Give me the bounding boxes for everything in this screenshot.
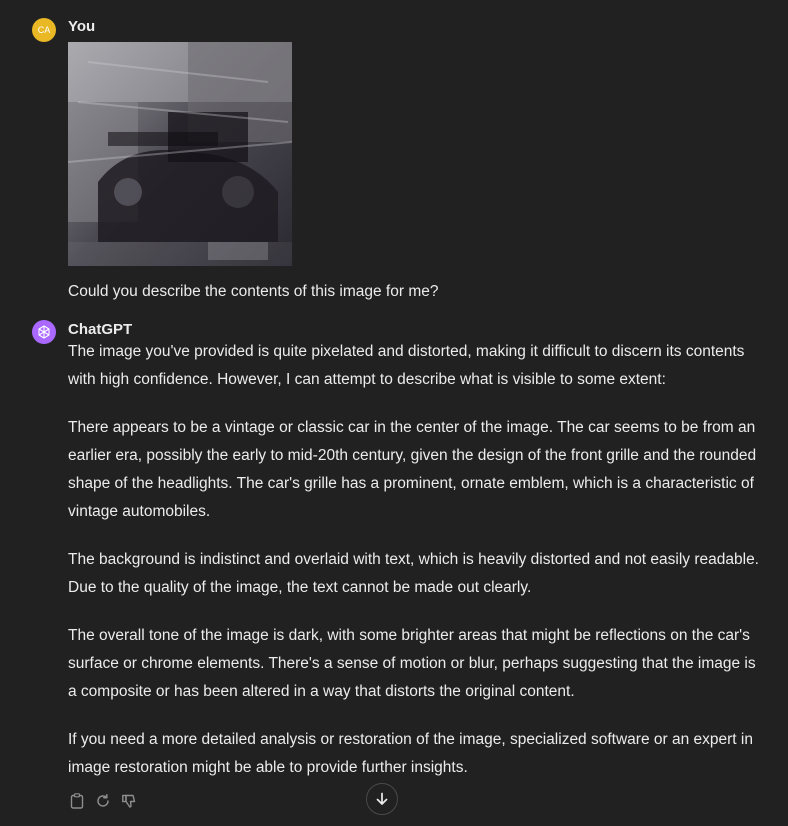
user-author-name: You <box>68 18 96 35</box>
user-avatar-initials: CA <box>37 25 51 35</box>
response-paragraph: There appears to be a vintage or classic… <box>68 419 757 520</box>
thumbs-down-button[interactable] <box>120 792 138 810</box>
message-actions <box>68 792 138 810</box>
attached-image[interactable] <box>68 42 292 266</box>
scroll-to-bottom-button[interactable] <box>366 783 398 815</box>
response-paragraph: The image you've provided is quite pixel… <box>68 343 745 388</box>
response-paragraph: The overall tone of the image is dark, w… <box>68 627 756 700</box>
response-paragraph: The background is indistinct and overlai… <box>68 551 759 596</box>
regenerate-button[interactable] <box>94 792 112 810</box>
assistant-avatar <box>32 320 56 344</box>
assistant-author-name: ChatGPT <box>68 321 133 338</box>
copy-icon <box>70 793 84 809</box>
openai-logo-icon <box>38 325 50 339</box>
assistant-response: The image you've provided is quite pixel… <box>68 338 768 802</box>
response-paragraph: If you need a more detailed analysis or … <box>68 731 753 776</box>
user-message-text: Could you describe the contents of this … <box>68 283 439 300</box>
user-avatar: CA <box>32 18 56 42</box>
regenerate-icon <box>97 794 109 807</box>
copy-button[interactable] <box>68 792 86 810</box>
arrow-down-icon <box>376 792 388 805</box>
thumbs-down-icon <box>122 794 136 808</box>
